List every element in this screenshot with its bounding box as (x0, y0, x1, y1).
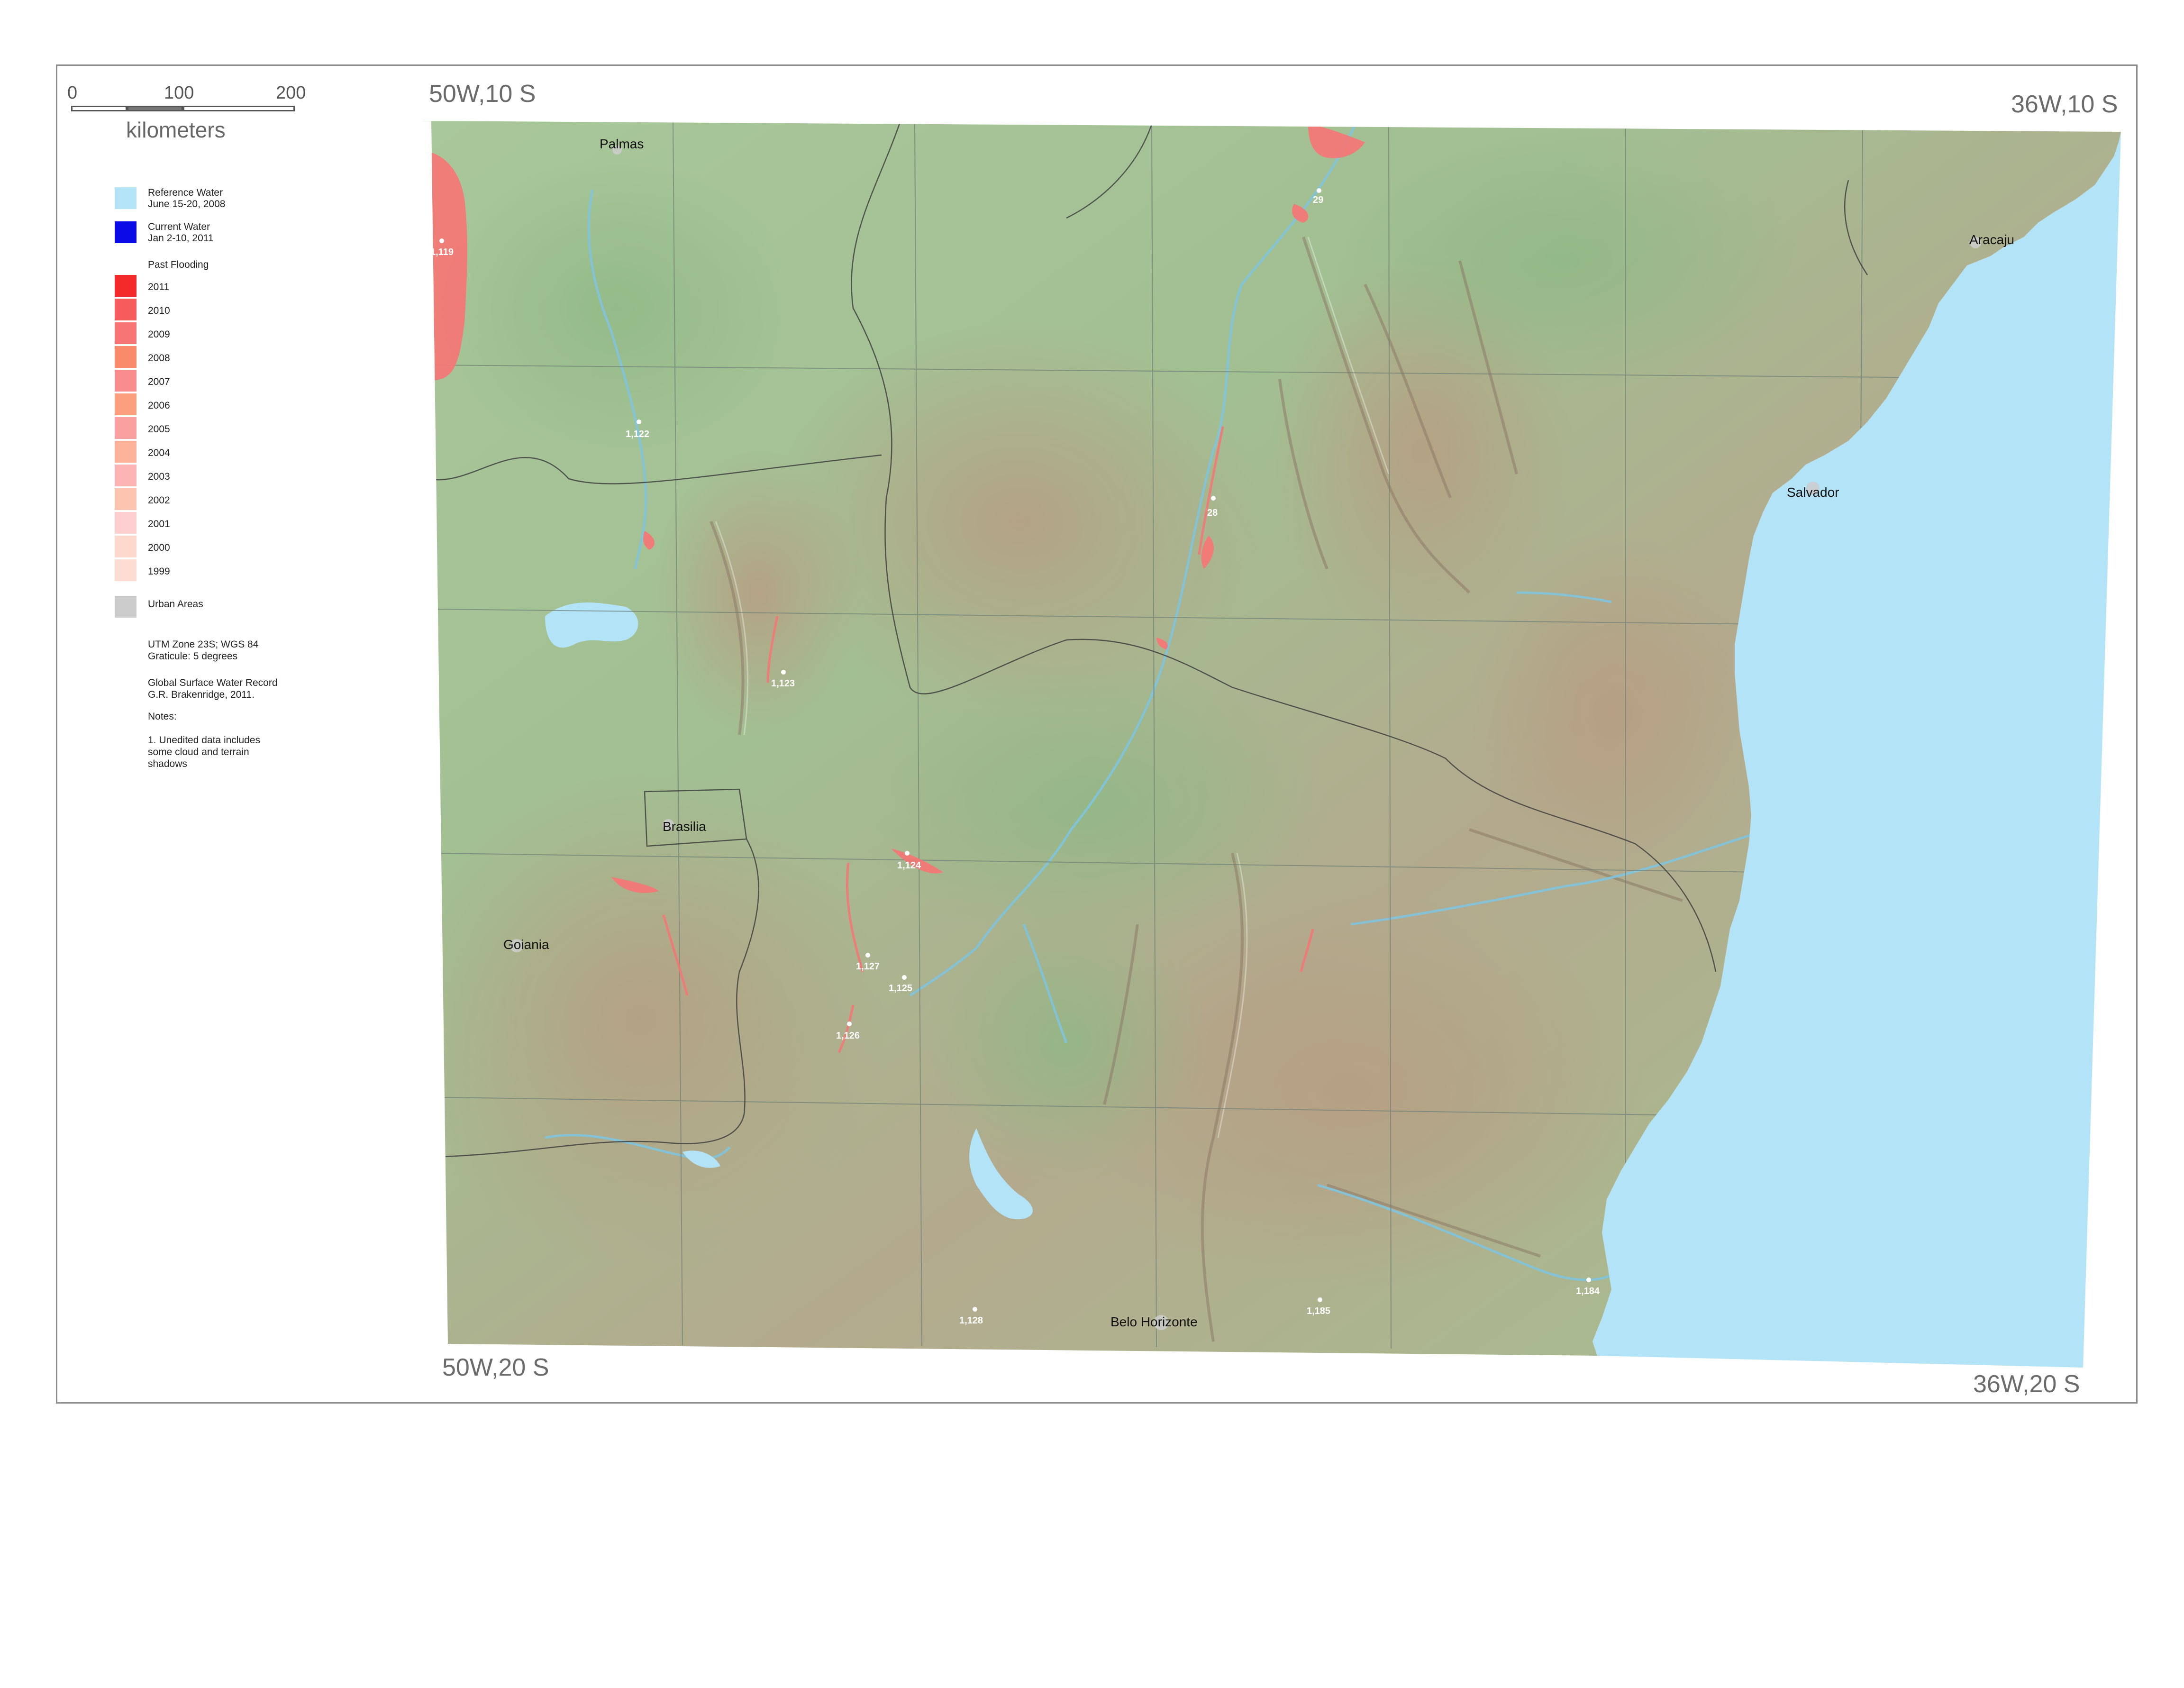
scale-bar: 0 100 200 kilometers (67, 83, 306, 142)
legend-year-label: 2011 (148, 282, 170, 292)
gauge-label: 28 (1207, 508, 1218, 518)
scale-units: kilometers (126, 118, 226, 142)
gauge-label: 1,127 (856, 961, 880, 972)
gauge-label: 1,125 (889, 983, 912, 994)
legend-year-label: 2003 (148, 471, 170, 482)
legend-swatch (115, 221, 136, 243)
legend-year-label: 2001 (148, 519, 170, 529)
legend-past-flooding-title: Past Flooding (148, 259, 209, 270)
legend-label: June 15-20, 2008 (148, 199, 226, 210)
legend-label: Reference Water (148, 187, 223, 198)
legend-year-label: 2000 (148, 542, 170, 553)
scale-segment (71, 106, 127, 111)
legend-year-label: 2010 (148, 305, 170, 316)
legend-swatch (115, 393, 136, 415)
legend-swatch (115, 441, 136, 463)
city-label-salvador: Salvador (1787, 485, 1839, 500)
legend-swatch (115, 559, 136, 581)
legend-notes-title: Notes: (148, 711, 177, 722)
map-canvas: 1,119 1,122 29 28 1,123 1,124 1,127 1,12… (422, 121, 2121, 1368)
legend-year-label: 2005 (148, 424, 170, 435)
legend-note-1: 1. Unedited data includes some cloud and… (148, 735, 260, 769)
scale-tick-200: 200 (276, 83, 306, 103)
legend-year-label: 2002 (148, 495, 170, 506)
scale-segment (183, 106, 295, 111)
legend-swatch (115, 299, 136, 320)
legend-label: Urban Areas (148, 599, 203, 610)
gauge-label: 1,185 (1307, 1306, 1330, 1316)
legend-swatch (115, 512, 136, 534)
legend-swatch (115, 596, 136, 618)
legend-year-label: 2004 (148, 447, 170, 458)
gauge-label: 1,122 (626, 429, 649, 439)
legend-year-label: 2008 (148, 353, 170, 364)
legend-swatch (115, 417, 136, 439)
gauge-label: 1,184 (1576, 1286, 1600, 1296)
legend-label: Jan 2-10, 2011 (148, 233, 214, 244)
city-label-goiania: Goiania (503, 937, 549, 952)
legend-swatch (115, 536, 136, 557)
city-label-belo-horizonte: Belo Horizonte (1110, 1314, 1198, 1329)
legend-year-label: 2006 (148, 400, 170, 411)
corner-label-bottom-left: 50W,20 S (442, 1354, 549, 1381)
legend-label: Current Water (148, 221, 210, 232)
corner-label-top-left: 50W,10 S (429, 80, 536, 108)
gauge-label: 1,126 (836, 1031, 860, 1041)
corner-label-top-right: 36W,10 S (2011, 91, 2118, 118)
gauge-label: 29 (1313, 195, 1323, 205)
scale-tick-100: 100 (164, 83, 194, 103)
legend-projection: UTM Zone 23S; WGS 84 Graticule: 5 degree… (148, 639, 259, 662)
legend-swatch (115, 346, 136, 368)
city-label-aracaju: Aracaju (1969, 232, 2014, 247)
scale-tick-0: 0 (67, 83, 78, 103)
legend-swatch (115, 322, 136, 344)
legend-year-label: 1999 (148, 566, 170, 577)
scale-segment (127, 106, 183, 111)
city-label-brasilia: Brasilia (663, 819, 706, 834)
legend-swatch (115, 370, 136, 392)
corner-label-bottom-right: 36W,20 S (1973, 1370, 2080, 1398)
legend-year-label: 2007 (148, 376, 170, 387)
gauge-label: 1,124 (897, 860, 921, 871)
legend-source: Global Surface Water Record G.R. Brakenr… (148, 677, 278, 700)
gauge-label: 1,128 (959, 1315, 983, 1326)
gauge-label: 1,119 (430, 247, 454, 257)
city-label-palmas: Palmas (600, 137, 644, 151)
legend-year-label: 2009 (148, 329, 170, 340)
gauge-label: 1,123 (771, 678, 795, 689)
legend-swatch (115, 187, 136, 209)
legend-swatch (115, 275, 136, 297)
legend-swatch (115, 488, 136, 510)
legend-swatch (115, 465, 136, 486)
